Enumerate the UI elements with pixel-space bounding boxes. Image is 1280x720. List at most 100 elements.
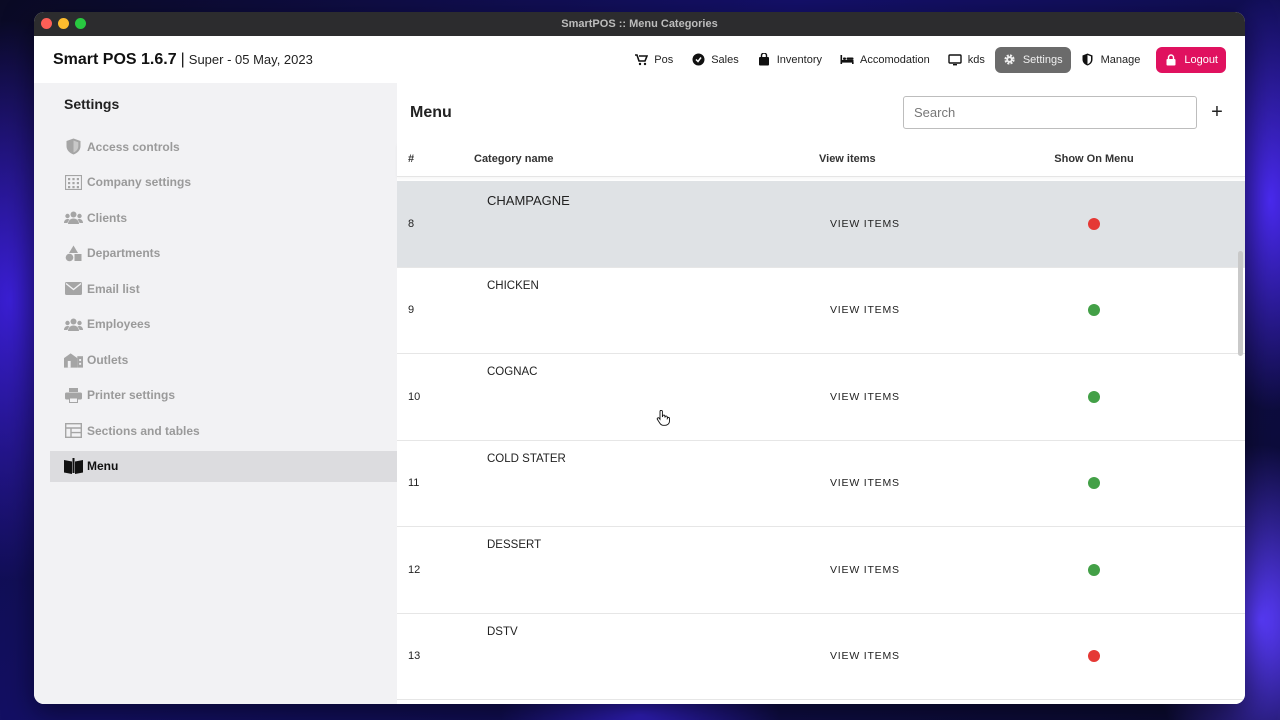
sidebar-item-label: Outlets [87, 352, 129, 367]
nav-manage[interactable]: Manage [1073, 47, 1149, 73]
table-row[interactable]: 8 CHAMPAGNE VIEW ITEMS [397, 181, 1245, 268]
row-number: 8 [408, 217, 415, 230]
row-number: 10 [408, 390, 421, 403]
sidebar-item-label: Clients [87, 210, 128, 225]
nav-settings-label: Settings [1022, 53, 1063, 66]
sidebar-item-departments[interactable]: Departments [50, 238, 397, 269]
badge-icon [691, 53, 705, 67]
table-header: # Category name View items Show On Menu [397, 142, 1245, 177]
table-scrollbar[interactable] [1238, 251, 1243, 356]
show-on-menu-indicator[interactable] [1088, 217, 1100, 230]
search-input[interactable] [903, 96, 1197, 129]
sidebar-item-printer-settings[interactable]: Printer settings [50, 380, 397, 411]
nav-settings[interactable]: Settings [994, 46, 1071, 73]
show-on-menu-indicator[interactable] [1088, 650, 1100, 663]
view-items-button[interactable]: VIEW ITEMS [818, 614, 1001, 700]
app-window: SmartPOS :: Menu Categories Smart POS 1.… [34, 12, 1245, 704]
table-row[interactable]: 10 COGNAC VIEW ITEMS [397, 354, 1245, 441]
column-header-show-on-menu[interactable]: Show On Menu [1001, 153, 1245, 165]
table-body: 8 CHAMPAGNE VIEW ITEMS 9 CHICKEN VIEW IT… [397, 181, 1245, 704]
view-items-button[interactable]: VIEW ITEMS [818, 268, 1001, 354]
gear-icon [1003, 53, 1017, 67]
row-number: 12 [408, 563, 421, 576]
view-items-button[interactable]: VIEW ITEMS [818, 181, 1001, 267]
view-items-button[interactable]: VIEW ITEMS [818, 527, 1001, 613]
nav-inventory-label: Inventory [776, 53, 822, 66]
logout-button[interactable]: Logout [1156, 46, 1226, 73]
add-category-button[interactable]: + [1202, 98, 1232, 128]
store-icon [64, 351, 83, 368]
column-header-view-items[interactable]: View items [818, 153, 1001, 165]
sidebar-item-label: Sections and tables [87, 423, 200, 438]
building-icon [64, 174, 83, 191]
sidebar-title: Settings [64, 96, 120, 112]
maximize-window-button[interactable] [75, 18, 86, 29]
table-row[interactable]: 11 COLD STATER VIEW ITEMS [397, 441, 1245, 527]
row-category-name: CHICKEN [487, 279, 539, 292]
monitor-icon [948, 53, 962, 67]
app-brand: Smart POS 1.6.7 [53, 50, 177, 68]
printer-icon [64, 387, 83, 404]
sidebar-item-menu[interactable]: Menu [50, 450, 397, 482]
view-items-button[interactable]: VIEW ITEMS [818, 441, 1001, 527]
show-on-menu-indicator[interactable] [1088, 477, 1100, 490]
app-header: Smart POS 1.6.7 | Super - 05 May, 2023 P… [34, 36, 1245, 83]
row-number: 13 [408, 650, 421, 663]
nav-manage-label: Manage [1100, 53, 1141, 66]
menu-categories-panel: Menu + # Category name View items Show O… [397, 83, 1245, 704]
panel-header: Menu + [397, 83, 1245, 142]
sidebar-item-label: Printer settings [87, 388, 176, 402]
shield-icon [1081, 53, 1095, 67]
top-nav: Pos Sales Inventory Accomodation kds Set… [626, 46, 1226, 73]
brand-separator: | [180, 50, 185, 68]
row-category-name: CHAMPAGNE [487, 193, 570, 208]
sidebar-item-email-list[interactable]: Email list [50, 273, 397, 304]
row-category-name: COGNAC [487, 366, 538, 378]
sidebar-item-label: Departments [87, 246, 161, 260]
sidebar-item-label: Menu [87, 459, 119, 473]
table-icon [64, 422, 83, 439]
lock-icon [1164, 53, 1178, 67]
row-category-name: DSTV [487, 625, 518, 638]
logout-label: Logout [1184, 53, 1218, 66]
user-date-label: Super - 05 May, 2023 [188, 52, 313, 67]
nav-sales[interactable]: Sales [683, 47, 747, 73]
nav-accomodation[interactable]: Accomodation [832, 47, 938, 73]
nav-inventory[interactable]: Inventory [749, 47, 830, 73]
sidebar-item-label: Access controls [87, 139, 180, 154]
window-controls [41, 18, 86, 29]
close-window-button[interactable] [41, 18, 52, 29]
column-header-category-name[interactable]: Category name [474, 153, 818, 165]
sidebar-item-clients[interactable]: Clients [50, 202, 397, 233]
people-icon [64, 316, 83, 333]
title-bar: SmartPOS :: Menu Categories [34, 12, 1245, 36]
minimize-window-button[interactable] [58, 18, 69, 29]
show-on-menu-indicator[interactable] [1088, 304, 1100, 317]
view-items-button[interactable]: VIEW ITEMS [818, 354, 1001, 440]
sidebar-item-label: Employees [87, 317, 151, 331]
table-row[interactable]: 9 CHICKEN VIEW ITEMS [397, 268, 1245, 354]
sidebar-item-sections-and-tables[interactable]: Sections and tables [50, 415, 397, 446]
table-row[interactable]: 12 DESSERT VIEW ITEMS [397, 527, 1245, 614]
window-title: SmartPOS :: Menu Categories [561, 18, 718, 30]
show-on-menu-indicator[interactable] [1088, 563, 1100, 576]
bag-icon [757, 53, 771, 67]
column-header-number[interactable]: # [397, 153, 474, 165]
nav-accomodation-label: Accomodation [859, 53, 930, 66]
people-icon [64, 209, 83, 226]
shield-icon [64, 138, 83, 155]
sidebar-item-outlets[interactable]: Outlets [50, 344, 397, 375]
nav-kds[interactable]: kds [940, 47, 993, 73]
table-row[interactable]: 13 DSTV VIEW ITEMS [397, 614, 1245, 700]
show-on-menu-indicator[interactable] [1088, 390, 1100, 403]
row-category-name: COLD STATER [487, 452, 566, 465]
nav-pos-label: Pos [654, 53, 674, 66]
page-title: Menu [410, 103, 452, 121]
sidebar-item-access-controls[interactable]: Access controls [50, 131, 397, 162]
sidebar-item-employees[interactable]: Employees [50, 309, 397, 340]
nav-pos[interactable]: Pos [626, 47, 681, 73]
cart-icon [634, 53, 648, 67]
book-icon [64, 458, 83, 475]
nav-sales-label: Sales [711, 53, 739, 66]
sidebar-item-company-settings[interactable]: Company settings [50, 167, 397, 198]
